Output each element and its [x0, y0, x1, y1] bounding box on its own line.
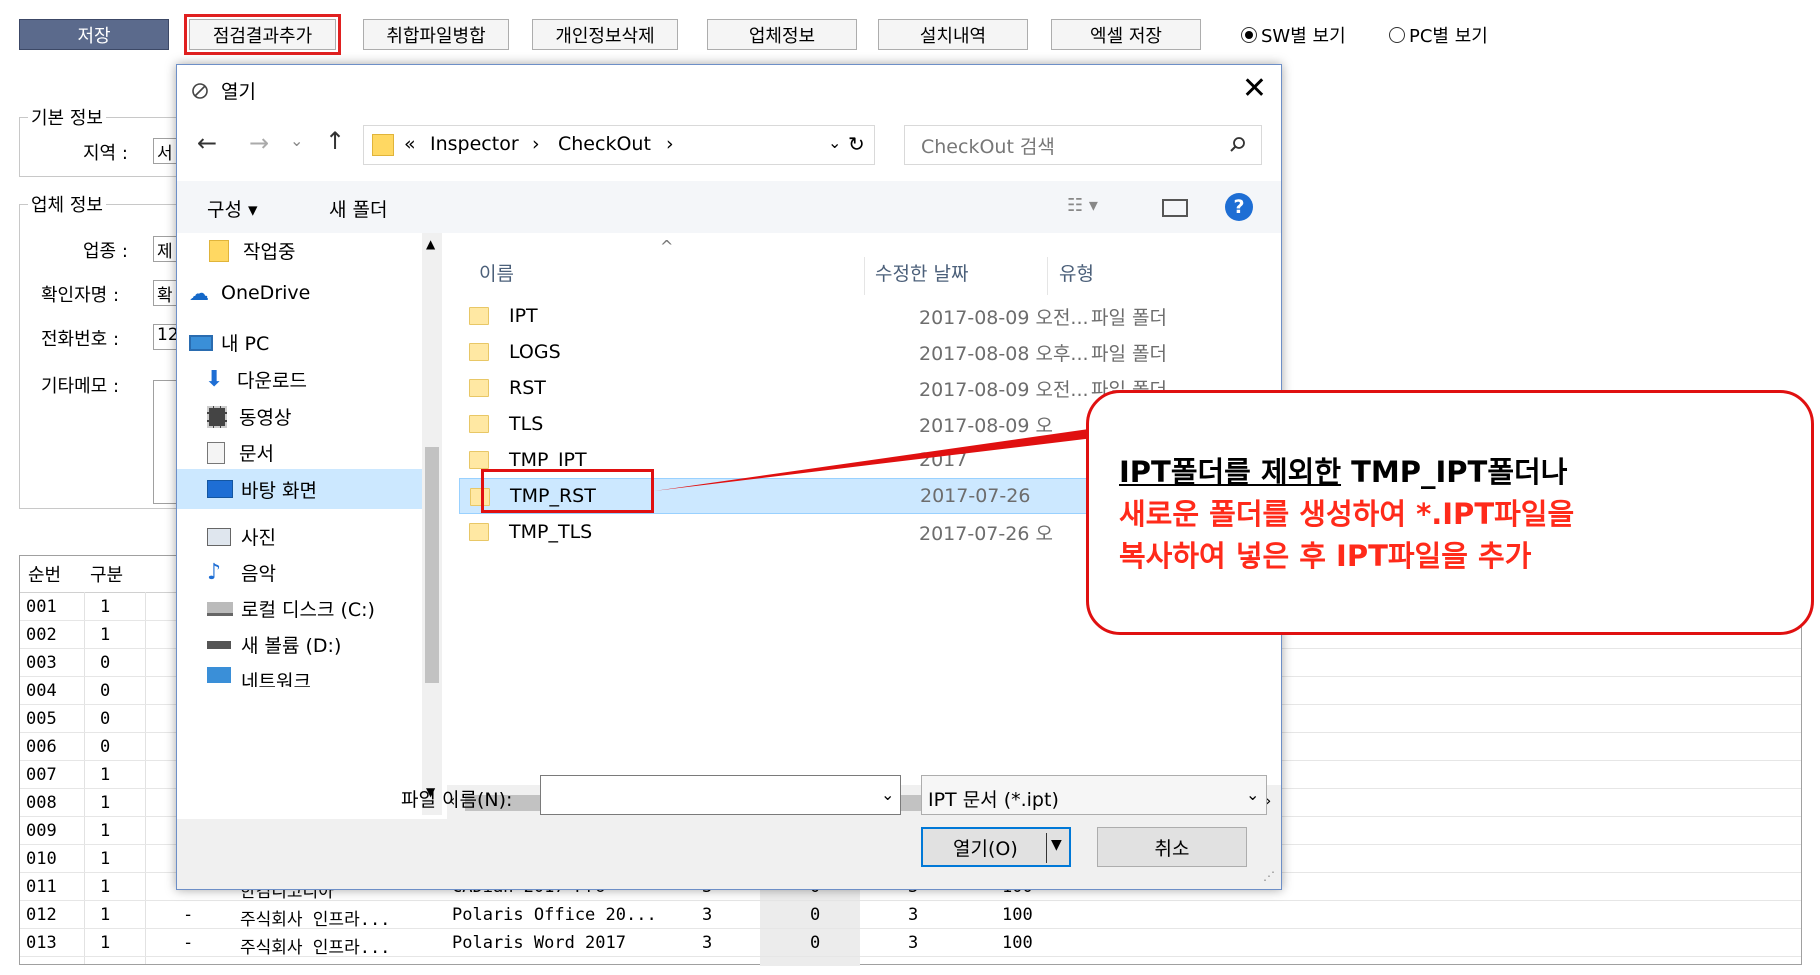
callout-pointer-shape: [654, 426, 1110, 491]
instruction-callout: IPT폴더를 제외한 TMP_IPT폴더나 새로운 폴더를 생성하여 *.IPT…: [1086, 390, 1814, 635]
callout-line3: 복사하여 넣은 후 IPT파일을 추가: [1119, 539, 1532, 573]
callout-text: IPT폴더를 제외한 TMP_IPT폴더나 새로운 폴더를 생성하여 *.IPT…: [1119, 451, 1574, 577]
callout-line1: IPT폴더를 제외한 TMP_IPT폴더나: [1119, 451, 1574, 493]
callout-line2: 새로운 폴더를 생성하여 *.IPT파일을: [1119, 497, 1575, 531]
callout-line1-rest: TMP_IPT폴더나: [1341, 455, 1568, 489]
callout-underlined-text: IPT폴더를 제외한: [1119, 455, 1342, 489]
